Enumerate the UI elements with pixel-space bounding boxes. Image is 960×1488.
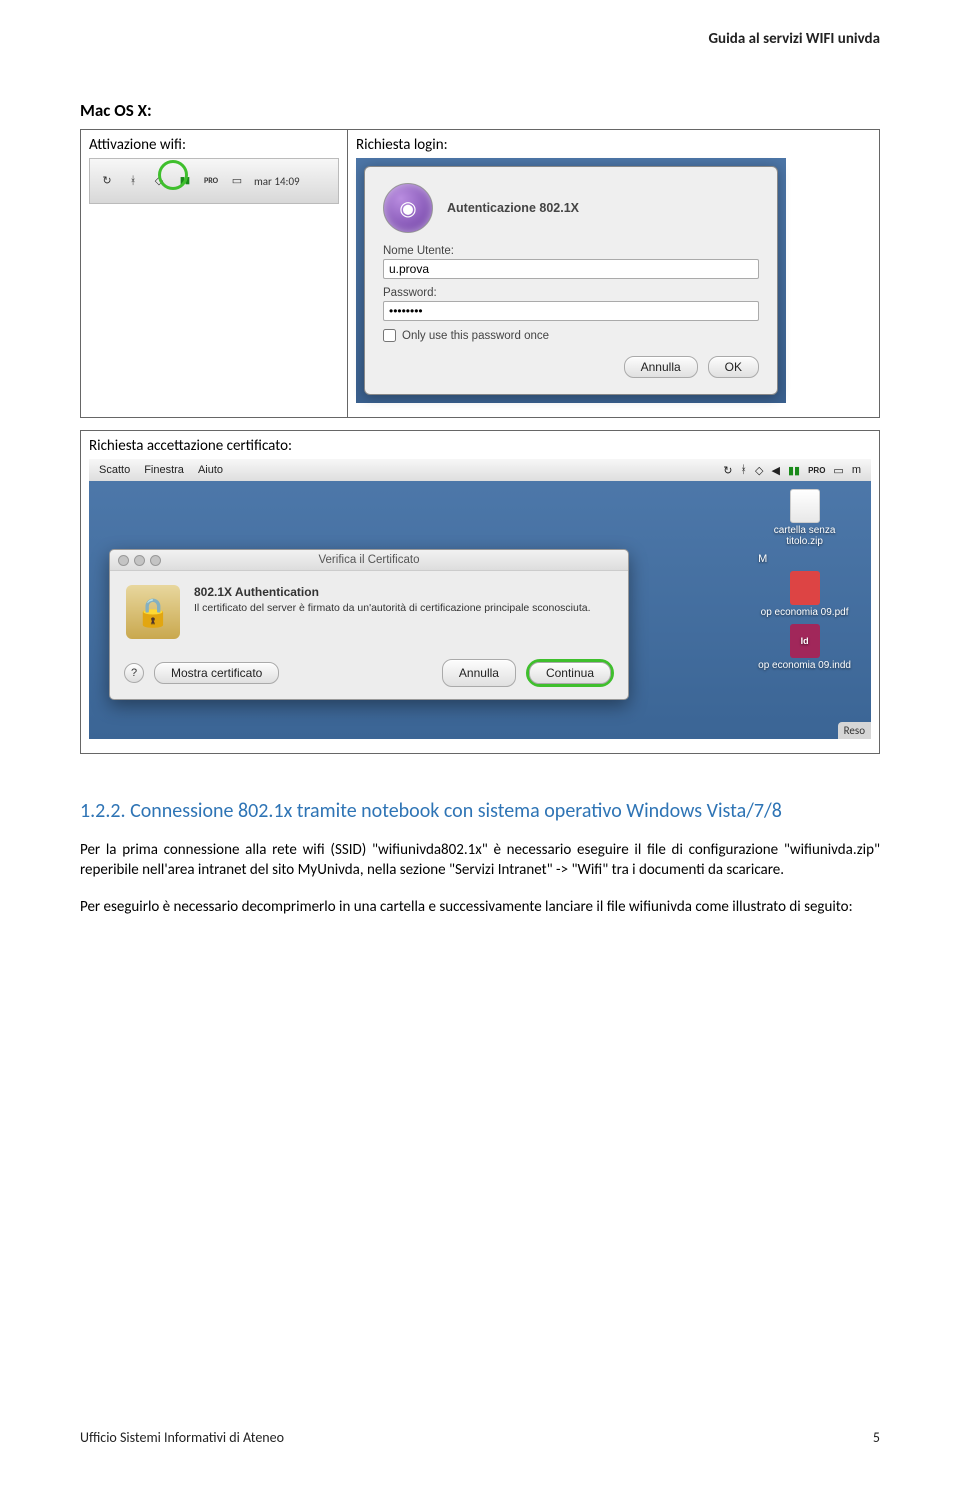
password-label: Password: — [383, 287, 759, 299]
volume-icon: ◀ — [772, 464, 780, 477]
cert-label: Richiesta accettazione certificato: — [89, 437, 871, 455]
page-footer: Ufficio Sistemi Informativi di Ateneo 5 — [80, 1429, 880, 1446]
certificate-heading: 802.1X Authentication — [194, 585, 591, 599]
menubar-time: mar 14:09 — [254, 175, 300, 188]
mac-menubar-snippet: ↻ ᚼ ◇ ▮▮ PRO ▭ mar 14:09 — [89, 158, 339, 204]
login-dialog-title: Autenticazione 802.1X — [447, 201, 579, 215]
full-menubar: Scatto Finestra Aiuto ↻ ᚼ ◇ ◀ ▮▮ PRO ▭ — [89, 459, 871, 481]
username-field[interactable] — [383, 259, 759, 279]
bluetooth-icon: ᚼ — [124, 172, 142, 190]
password-field[interactable] — [383, 301, 759, 321]
login-label: Richiesta login: — [356, 136, 871, 154]
footer-left: Ufficio Sistemi Informativi di Ateneo — [80, 1429, 284, 1446]
certificate-window-title: Verifica il Certificato — [110, 550, 628, 571]
pdf-icon — [790, 571, 820, 605]
desktop-file-pdf[interactable]: op economia 09.pdf — [758, 571, 851, 618]
lock-icon: 🔒 — [126, 585, 180, 639]
continue-button[interactable]: Continua — [529, 662, 611, 684]
menu-scatto[interactable]: Scatto — [99, 464, 130, 476]
paragraph-2: Per eseguirlo è necessario decomprimerlo… — [80, 897, 880, 917]
desktop-file-label: op economia 09.indd — [758, 660, 851, 671]
pro-icon: PRO — [808, 466, 825, 475]
desktop-file-label: op economia 09.pdf — [761, 607, 849, 618]
desktop-file-label: cartella senza titolo.zip — [760, 525, 850, 547]
screenshots-table-top: Attivazione wifi: ↻ ᚼ ◇ ▮▮ PRO ▭ mar 14:… — [80, 129, 880, 418]
flag-icon: ▮▮ — [176, 172, 194, 190]
bluetooth-icon: ᚼ — [740, 464, 747, 476]
help-button[interactable]: ? — [124, 663, 144, 683]
indd-icon: Id — [790, 624, 820, 658]
page-number: 5 — [873, 1429, 880, 1446]
battery-icon: ▭ — [833, 464, 843, 477]
minimize-icon[interactable] — [134, 555, 145, 566]
desktop-file-indd[interactable]: Id op economia 09.indd — [758, 624, 851, 671]
highlight-continue: Continua — [526, 659, 614, 687]
activation-label: Attivazione wifi: — [89, 136, 339, 154]
pro-icon: PRO — [202, 172, 220, 190]
sync-icon: ↻ — [98, 172, 116, 190]
login-dialog: ◉ Autenticazione 802.1X Nome Utente: Pas… — [364, 166, 778, 395]
network-globe-icon: ◉ — [383, 183, 433, 233]
desktop-file-zip[interactable]: cartella senza titolo.zip — [758, 489, 851, 547]
wifi-icon[interactable]: ◇ — [755, 464, 763, 477]
page-header: Guida al servizi WIFI univda — [709, 30, 881, 48]
certificate-subtext: Il certificato del server è firmato da u… — [194, 602, 591, 616]
desktop-letter-m: M — [758, 553, 851, 565]
login-screenshot: ◉ Autenticazione 802.1X Nome Utente: Pas… — [356, 158, 786, 403]
menu-aiuto[interactable]: Aiuto — [198, 464, 223, 476]
certificate-dialog: Verifica il Certificato 🔒 802.1X Authent… — [109, 549, 629, 700]
section-1-2-2-heading: 1.2.2. Connessione 802.1x tramite notebo… — [80, 798, 880, 824]
screenshots-table-cert: Richiesta accettazione certificato: Scat… — [80, 430, 880, 754]
only-once-checkbox[interactable] — [383, 329, 396, 342]
flag-icon: ▮▮ — [788, 464, 800, 477]
wifi-icon[interactable]: ◇ — [150, 172, 168, 190]
only-once-label: Only use this password once — [402, 330, 549, 342]
menubar-right-letter: m — [852, 464, 861, 476]
cancel-button[interactable]: Annulla — [442, 659, 516, 687]
section-label-macosx: Mac OS X: — [80, 100, 880, 121]
desktop-screenshot: Scatto Finestra Aiuto ↻ ᚼ ◇ ◀ ▮▮ PRO ▭ — [89, 459, 871, 739]
show-certificate-button[interactable]: Mostra certificato — [154, 662, 279, 684]
battery-icon: ▭ — [228, 172, 246, 190]
cancel-button[interactable]: Annulla — [624, 356, 698, 378]
close-icon[interactable] — [118, 555, 129, 566]
bottom-strip: Reso — [838, 722, 871, 739]
ok-button[interactable]: OK — [708, 356, 759, 378]
username-label: Nome Utente: — [383, 245, 759, 257]
window-traffic-lights[interactable] — [118, 555, 161, 566]
paragraph-1: Per la prima connessione alla rete wifi … — [80, 840, 880, 881]
sync-icon: ↻ — [723, 464, 732, 477]
zip-icon — [790, 489, 820, 523]
menu-finestra[interactable]: Finestra — [144, 464, 184, 476]
zoom-icon[interactable] — [150, 555, 161, 566]
